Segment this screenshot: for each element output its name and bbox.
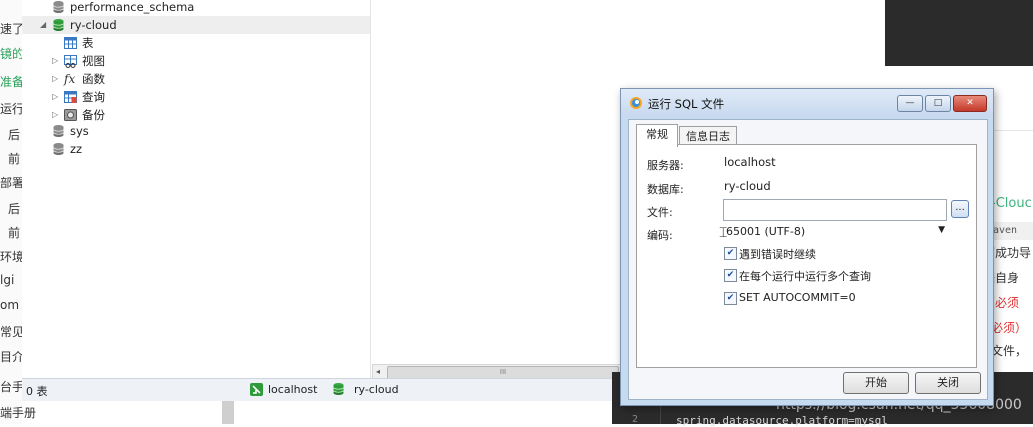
backup-icon <box>64 109 77 121</box>
doc-line: 运行 <box>0 102 22 116</box>
dark-banner <box>885 0 1033 66</box>
dialog-titlebar[interactable]: 运行 SQL 文件 — □ ✕ <box>621 89 993 117</box>
view-icon <box>64 55 77 68</box>
doc-heading: -Clouc <box>991 196 1032 211</box>
collapse-arrow-icon[interactable]: ▷ <box>52 70 58 88</box>
tab-panel-general: 服务器: localhost 数据库: ry-cloud 文件: ... 编码:… <box>636 144 977 368</box>
encoding-select[interactable]: 65001 (UTF-8) ▼ <box>723 223 947 241</box>
autocommit-checkbox[interactable]: ✔ <box>724 292 737 305</box>
table-icon <box>64 37 77 49</box>
browse-button[interactable]: ... <box>951 200 969 218</box>
doc-line: 前 <box>8 152 21 166</box>
minimize-button[interactable]: — <box>897 95 923 112</box>
autocommit-label: SET AUTOCOMMIT=0 <box>739 291 856 304</box>
doc-line: 速了 <box>0 22 22 36</box>
left-document-strip: 速了 镜的 准备 运行 后 前 部署 后 前 环境 lgi om 常见 目介 台… <box>0 0 22 424</box>
doc-line: 台手 <box>0 380 22 394</box>
file-label: 文件: <box>647 206 673 219</box>
tab-general[interactable]: 常规 <box>636 124 678 147</box>
query-icon <box>64 91 77 103</box>
mouse-cursor-icon: ⌶ <box>719 225 728 241</box>
tree-node-tables[interactable]: 表 <box>62 34 262 52</box>
dialog-body: 常规 信息日志 服务器: localhost 数据库: ry-cloud 文件:… <box>628 119 988 400</box>
collapse-arrow-icon[interactable]: ▷ <box>52 88 58 106</box>
dropdown-arrow-icon[interactable]: ▼ <box>938 225 945 235</box>
encoding-value: 65001 (UTF-8) <box>726 225 806 238</box>
database-value: ry-cloud <box>724 179 771 193</box>
close-button[interactable]: 关闭 <box>915 372 981 394</box>
tree-node-performance-schema[interactable]: performance_schema <box>50 0 370 16</box>
database-icon <box>53 19 64 31</box>
database-icon <box>333 383 344 395</box>
database-name: ry-cloud <box>354 383 399 396</box>
tree-node-queries[interactable]: ▷ 查询 <box>50 88 250 106</box>
line-number: 2 <box>632 414 639 425</box>
tree-node-label: performance_schema <box>70 0 195 14</box>
start-button[interactable]: 开始 <box>843 372 909 394</box>
expand-arrow-icon[interactable]: ◢ <box>40 16 46 34</box>
dialog-title: 运行 SQL 文件 <box>648 97 725 111</box>
table-count: 0 表 <box>26 385 48 398</box>
doc-line: 文件， <box>991 344 1028 358</box>
server-label: 服务器: <box>647 159 684 172</box>
tree-node-label: 表 <box>82 36 94 50</box>
doc-line: lgi <box>0 273 15 287</box>
code-line: spring.datasource.platform=mysql <box>676 414 888 427</box>
database-label: 数据库: <box>647 183 684 196</box>
tree-node-zz[interactable]: zz <box>50 140 250 158</box>
navicat-logo-icon <box>630 97 642 109</box>
connection-name: localhost <box>268 383 318 396</box>
run-sql-file-dialog: 运行 SQL 文件 — □ ✕ 常规 信息日志 服务器: localhost 数… <box>620 88 994 406</box>
tree-node-label: 查询 <box>82 90 105 104</box>
doc-line: 准备 <box>0 75 22 89</box>
tree-node-views[interactable]: ▷ 视图 <box>50 52 250 70</box>
scroll-left-icon[interactable]: ◂ <box>376 365 380 379</box>
doc-line: 端手册 <box>0 406 37 420</box>
doc-line: 必须） <box>991 321 1028 335</box>
database-icon <box>53 125 64 137</box>
code-chip: aven <box>990 222 1033 240</box>
tree-node-label: sys <box>70 124 89 138</box>
doc-line: om <box>0 298 20 312</box>
file-path-input[interactable] <box>723 199 947 221</box>
connection-icon <box>250 383 263 396</box>
maximize-button[interactable]: □ <box>925 95 951 112</box>
doc-line: 常见 <box>0 325 22 339</box>
multiple-queries-checkbox[interactable]: ✔ <box>724 269 737 282</box>
continue-on-error-checkbox[interactable]: ✔ <box>724 247 737 260</box>
doc-line: 环境 <box>0 250 22 264</box>
continue-on-error-label: 遇到错误时继续 <box>739 248 816 261</box>
doc-line: 后 <box>8 202 21 216</box>
database-icon <box>53 143 64 155</box>
doc-line: 部署 <box>0 176 22 190</box>
server-value: localhost <box>724 155 776 169</box>
doc-line: 前 <box>8 226 21 240</box>
object-tree: performance_schema ◢ ry-cloud 表 ▷ 视图 ▷ f… <box>22 0 370 378</box>
tree-node-sys[interactable]: sys <box>50 122 250 140</box>
doc-line: 目介 <box>0 350 22 364</box>
tree-node-ry-cloud[interactable]: ◢ ry-cloud <box>22 16 370 34</box>
function-icon: fx <box>64 72 76 86</box>
doc-line: 后 <box>8 128 21 142</box>
tree-node-label: zz <box>70 142 83 156</box>
encoding-label: 编码: <box>647 229 673 242</box>
doc-line: 镜的 <box>0 47 22 61</box>
database-icon <box>53 1 64 13</box>
multiple-queries-label: 在每个运行中运行多个查询 <box>739 270 871 283</box>
tree-node-label: 视图 <box>82 54 105 68</box>
doc-scrollbar[interactable] <box>222 400 234 424</box>
collapse-arrow-icon[interactable]: ▷ <box>52 52 58 70</box>
close-window-button[interactable]: ✕ <box>953 95 987 112</box>
tree-node-label: ry-cloud <box>70 18 117 32</box>
tree-node-label: 函数 <box>82 72 105 86</box>
tree-node-functions[interactable]: ▷ fx 函数 <box>50 70 250 88</box>
